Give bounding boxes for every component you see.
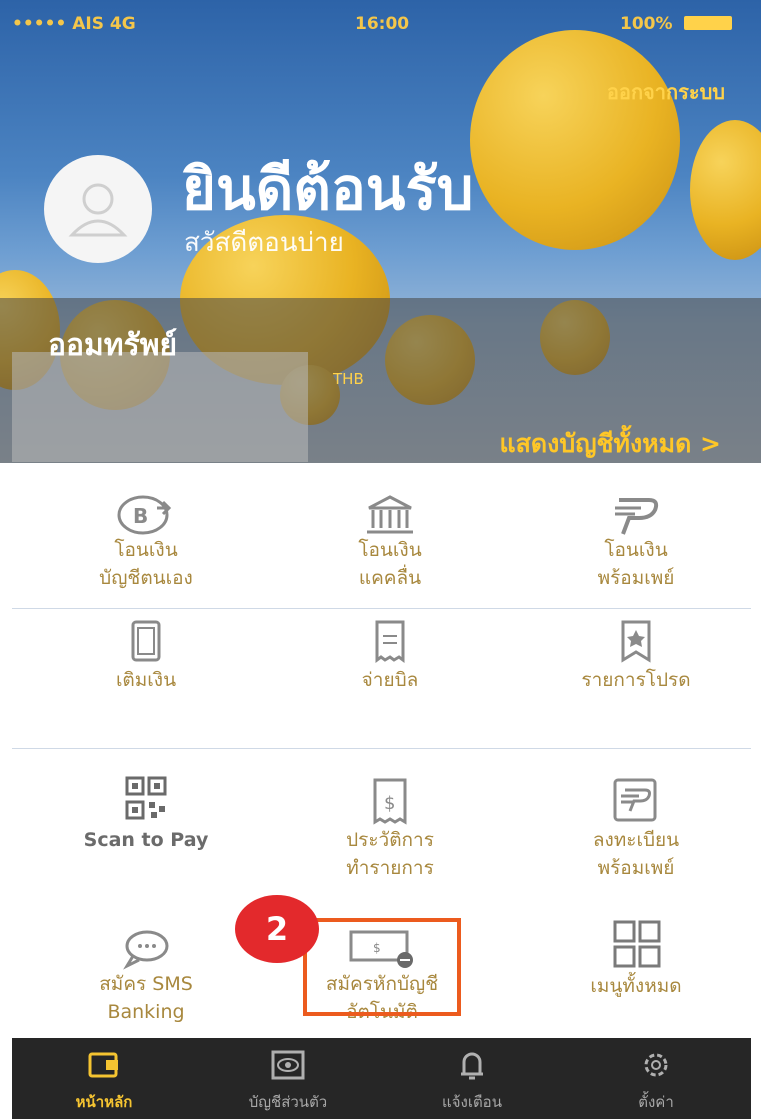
tab-home[interactable]: หน้าหลัก (12, 1038, 196, 1119)
battery-icon (684, 16, 732, 30)
svg-text:B: B (133, 504, 148, 528)
tab-label: หน้าหลัก (75, 1093, 133, 1111)
promptpay-register-icon (613, 778, 657, 822)
menu-item-all-menu[interactable]: เมนูทั้งหมด (513, 920, 759, 1000)
account-currency: THB (333, 370, 364, 388)
menu-label: Scan to Pay (83, 829, 209, 851)
balloon-image (470, 30, 680, 250)
menu-item-sms-banking[interactable]: สมัคร SMS Banking (23, 928, 269, 1026)
menu-label: แคคลื่น (358, 567, 422, 589)
menu-label: จ่ายบิล (361, 669, 419, 691)
sms-icon (123, 930, 169, 970)
menu-item-promptpay-transfer[interactable]: โอนเงิน พร้อมเพย์ (513, 494, 759, 592)
menu-item-history[interactable]: $ ประวัติการ ทำรายการ (267, 776, 513, 882)
menu-divider (12, 608, 751, 609)
menu-item-transfer-other-bank[interactable]: โอนเงิน แคคลื่น (267, 494, 513, 592)
menu-label: เติมเงิน (115, 669, 177, 691)
menu-divider (12, 748, 751, 749)
history-icon: $ (373, 778, 407, 825)
favorite-icon (621, 620, 651, 663)
eye-card-icon (271, 1050, 305, 1080)
qr-code-icon (125, 776, 167, 820)
transfer-own-account-icon: B (117, 495, 172, 535)
balloon-image (690, 120, 761, 260)
menu-label: ประวัติการ (346, 829, 434, 851)
menu-label: โอนเงิน (358, 539, 422, 561)
menu-label: รายการโปรด (581, 669, 691, 691)
welcome-title: ยินดีต้อนรับ (182, 155, 474, 223)
bank-icon (367, 495, 413, 534)
menu-label: พร้อมเพย์ (597, 567, 675, 589)
carrier-text: ••••• AIS 4G (12, 14, 136, 34)
topup-icon (131, 620, 161, 662)
bill-icon (375, 620, 405, 663)
tab-label: แจ้งเตือน (442, 1093, 502, 1111)
menu-label: ทำรายการ (346, 857, 434, 879)
show-all-accounts-link[interactable]: แสดงบัญชีทั้งหมด > (500, 424, 721, 463)
menu-label: พร้อมเพย์ (597, 857, 675, 879)
wallet-icon (88, 1052, 118, 1078)
menu-label: ลงทะเบียน (592, 829, 680, 851)
hero-banner: ••••• AIS 4G 16:00 100% ออกจากระบบ ยินดี… (0, 0, 761, 463)
menu-item-promptpay-register[interactable]: ลงทะเบียน พร้อมเพย์ (513, 776, 759, 882)
tab-personal-account[interactable]: บัญชีส่วนตัว (196, 1038, 380, 1119)
menu-label: โอนเงิน (114, 539, 178, 561)
logout-button[interactable]: ออกจากระบบ (607, 76, 725, 108)
status-bar: ••••• AIS 4G 16:00 100% (0, 0, 761, 50)
user-icon (68, 183, 128, 237)
tab-notifications[interactable]: แจ้งเตือน (380, 1038, 564, 1119)
menu-label: โอนเงิน (604, 539, 668, 561)
tab-label: บัญชีส่วนตัว (248, 1093, 328, 1111)
menu-label: บัญชีตนเอง (99, 567, 193, 589)
tab-settings[interactable]: ตั้งค่า (564, 1038, 748, 1119)
menu-item-pay-bill[interactable]: จ่ายบิล (267, 618, 513, 694)
promptpay-icon (615, 498, 659, 535)
greeting-subtitle: สวัสดีตอนบ่าย (184, 228, 344, 258)
bell-icon (461, 1052, 483, 1080)
step-badge: 2 (235, 895, 319, 963)
menu-label: เมนูทั้งหมด (590, 975, 682, 997)
all-menu-icon (613, 920, 661, 968)
menu-label: Banking (107, 1001, 185, 1023)
highlight-box (303, 918, 461, 1016)
battery-text: 100% (620, 14, 673, 34)
menu-item-transfer-own[interactable]: B โอนเงิน บัญชีตนเอง (23, 494, 269, 592)
bottom-tab-bar: หน้าหลัก บัญชีส่วนตัว แจ้งเตือน ตั้งค่า (12, 1038, 751, 1119)
clock-text: 16:00 (355, 14, 410, 34)
account-type: ออมทรัพย์ (48, 328, 178, 363)
svg-text:$: $ (384, 793, 395, 814)
menu-label: สมัคร SMS (99, 973, 193, 995)
menu-item-favorites[interactable]: รายการโปรด (513, 618, 759, 694)
menu-item-scan-to-pay[interactable]: Scan to Pay (23, 776, 269, 854)
menu-item-topup[interactable]: เติมเงิน (23, 618, 269, 694)
tab-label: ตั้งค่า (638, 1093, 674, 1111)
gear-icon (644, 1053, 668, 1077)
avatar[interactable] (44, 155, 152, 263)
